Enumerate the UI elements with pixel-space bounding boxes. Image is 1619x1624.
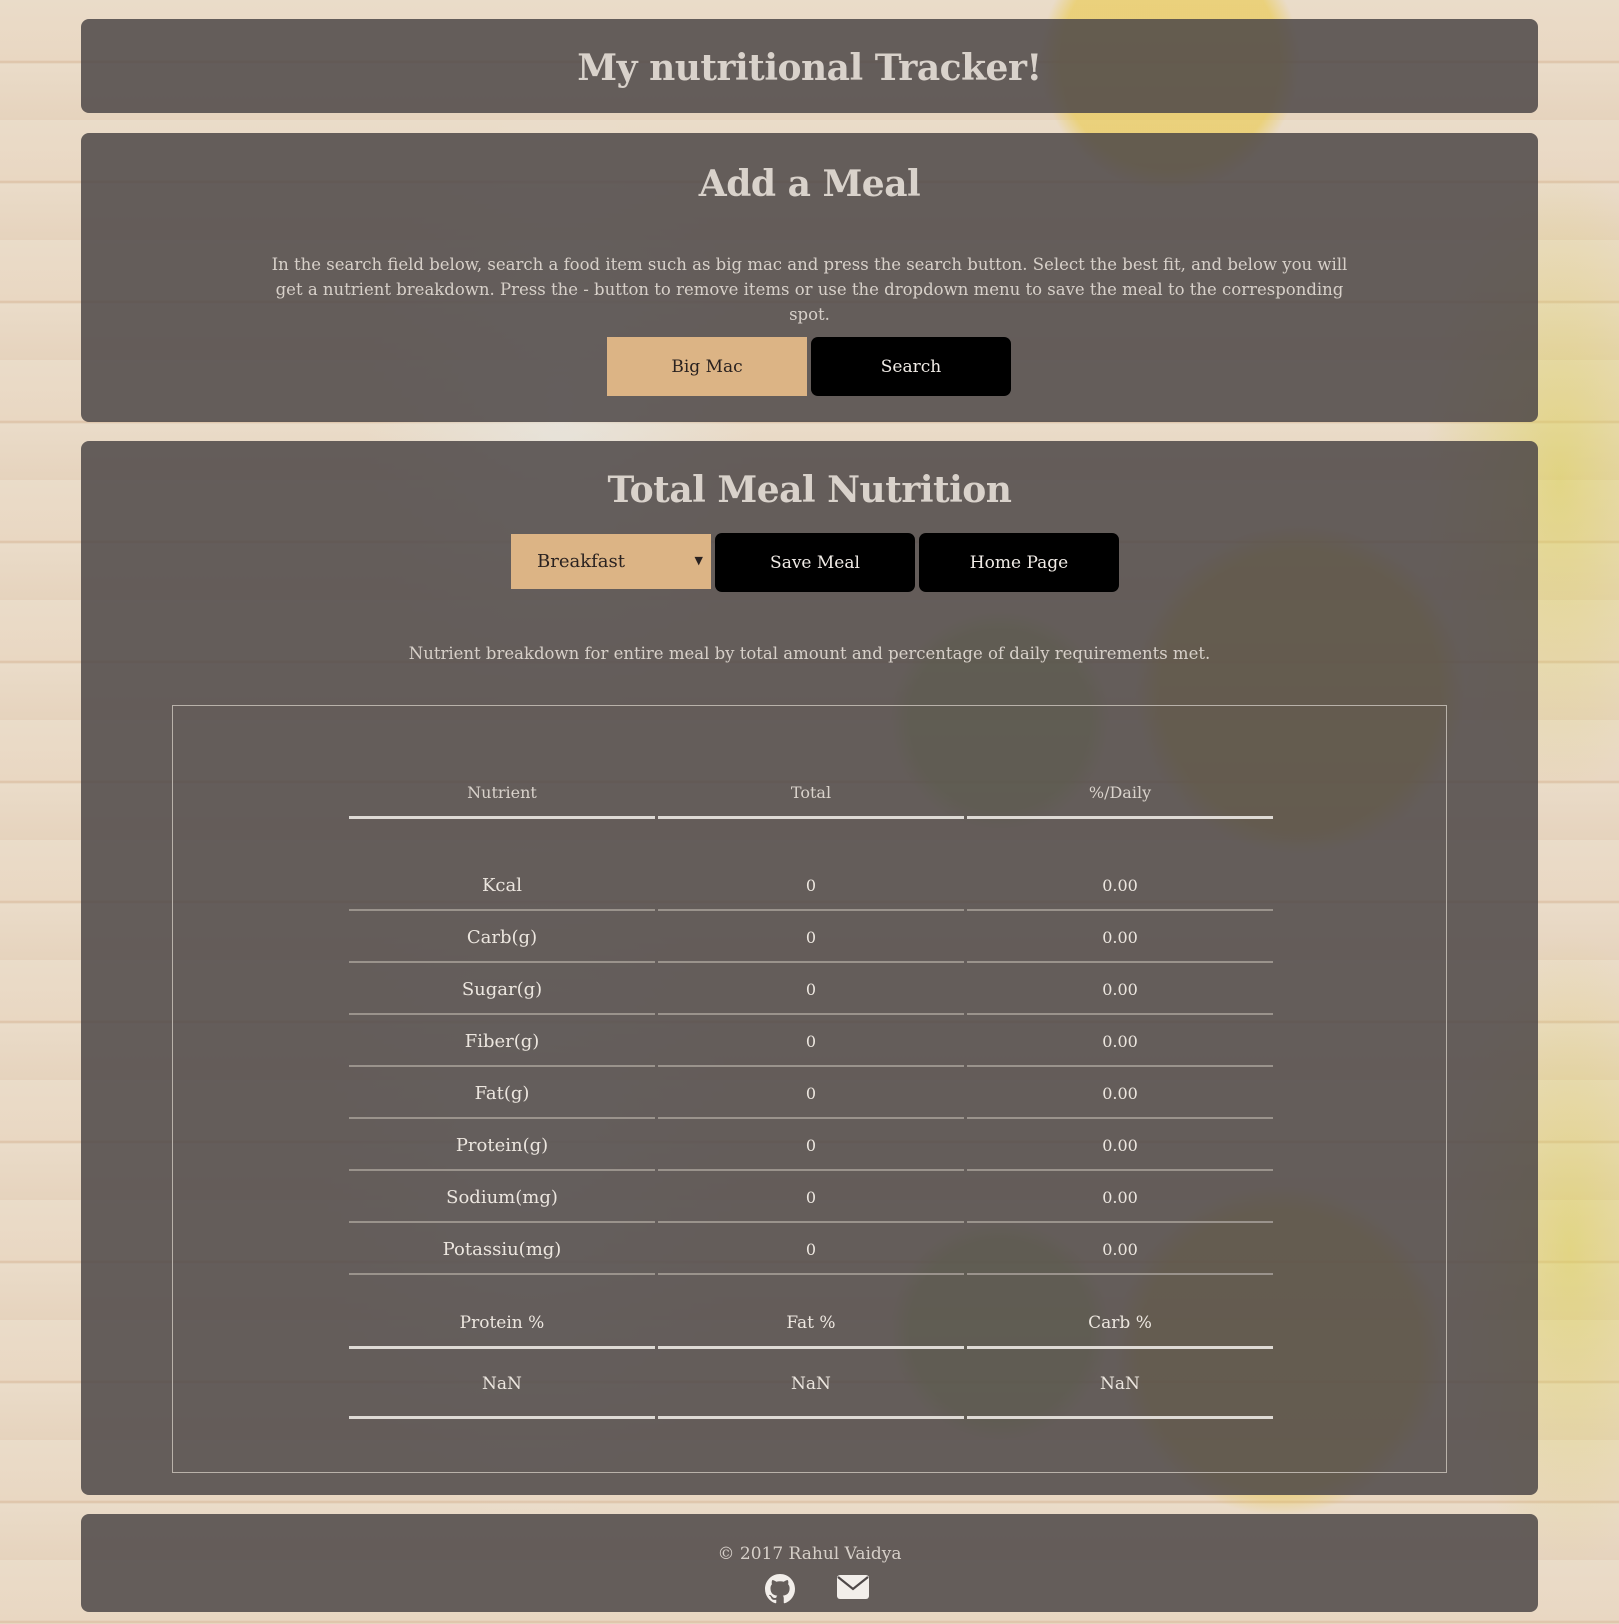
home-page-button[interactable]: Home Page [919,533,1119,592]
table-row-cell: 0 [658,1173,964,1223]
table-row-cell: Fiber(g) [349,1017,655,1067]
search-button[interactable]: Search [811,337,1011,396]
macro-value-cell: NaN [967,1349,1273,1419]
nutrition-panel: Total Meal Nutrition Breakfast ▼ Save Me… [81,441,1538,1495]
table-row-cell: Fat(g) [349,1069,655,1119]
add-meal-description: In the search field below, search a food… [271,255,1348,324]
save-meal-button[interactable]: Save Meal [715,533,915,592]
table-row-cell: 0 [658,861,964,911]
table-row-cell: 0.00 [967,1017,1273,1067]
table-row-cell: Carb(g) [349,913,655,963]
table-row-cell: 0.00 [967,1069,1273,1119]
table-row-cell: 0.00 [967,1121,1273,1171]
chevron-down-icon: ▼ [694,554,703,567]
table-header-cell: Nutrient [349,770,655,819]
table-row-cell: 0 [658,1069,964,1119]
copyright-text: © 2017 Rahul Vaidya [717,1544,902,1564]
table-row-cell: Potassiu(mg) [349,1225,655,1275]
table-row-cell: 0 [658,1121,964,1171]
macro-value-cell: NaN [658,1349,964,1419]
table-row-cell: Sodium(mg) [349,1173,655,1223]
footer-panel: © 2017 Rahul Vaidya [81,1514,1538,1612]
page-title: My nutritional Tracker! [577,47,1042,89]
macro-header-cell: Carb % [967,1297,1273,1349]
header-panel: My nutritional Tracker! [81,19,1538,113]
table-header-cell: %/Daily [967,770,1273,819]
add-meal-panel: Add a Meal In the search field below, se… [81,133,1538,422]
table-row-cell: 0 [658,1225,964,1275]
macro-header-cell: Fat % [658,1297,964,1349]
table-row-cell: 0.00 [967,1225,1273,1275]
table-row-cell: 0.00 [967,1173,1273,1223]
search-input[interactable] [607,337,807,396]
envelope-icon[interactable] [836,1574,870,1604]
meal-select[interactable]: Breakfast ▼ [511,534,711,589]
table-row-cell: 0.00 [967,913,1273,963]
table-row-cell: 0.00 [967,861,1273,911]
table-header-cell: Total [658,770,964,819]
nutrition-table-frame: Nutrient Total %/Daily Kcal 0 0.00 Carb(g) 0 0.0… [172,705,1447,1473]
table-row-cell: 0 [658,913,964,963]
macro-header-cell: Protein % [349,1297,655,1349]
github-icon[interactable] [765,1574,799,1604]
table-row-cell: Kcal [349,861,655,911]
table-row-cell: Sugar(g) [349,965,655,1015]
table-row-cell: 0.00 [967,965,1273,1015]
macro-value-cell: NaN [349,1349,655,1419]
table-row-cell: 0 [658,1017,964,1067]
table-row-cell: 0 [658,965,964,1015]
meal-select-value: Breakfast [537,551,625,572]
table-row-cell: Protein(g) [349,1121,655,1171]
breakdown-description: Nutrient breakdown for entire meal by to… [408,644,1211,663]
add-meal-title: Add a Meal [698,163,921,205]
nutrition-title: Total Meal Nutrition [607,469,1012,511]
